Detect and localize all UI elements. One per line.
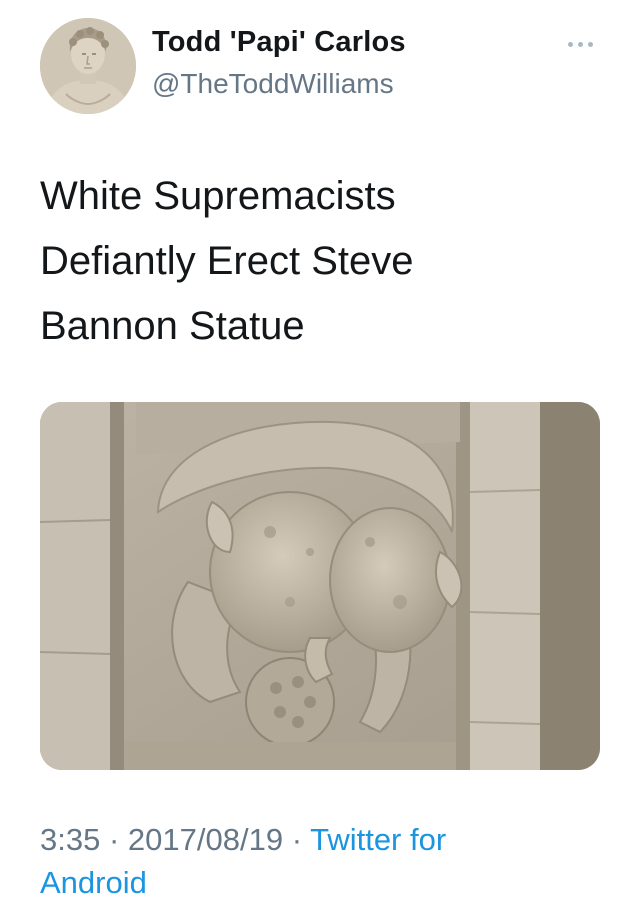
display-name[interactable]: Todd 'Papi' Carlos (152, 26, 406, 59)
tweet-text-line: Defiantly Erect Steve (40, 239, 414, 283)
tweet-photo[interactable] (40, 402, 600, 770)
tweet-time[interactable]: 3:35 (40, 822, 100, 857)
tweet-source-link-cont[interactable]: Android (40, 865, 147, 900)
tweet-meta: 3:35 · 2017/08/19 · Twitter for Android (40, 818, 600, 904)
statue-avatar-icon (40, 18, 136, 114)
tweet-card: Todd 'Papi' Carlos @TheToddWilliams Whit… (0, 0, 640, 910)
meta-separator: · (291, 822, 303, 857)
tweet-text-line: Bannon Statue (40, 304, 305, 348)
more-options-icon[interactable] (566, 38, 596, 50)
tweet-text-line: White Supremacists (40, 174, 396, 218)
avatar[interactable] (40, 18, 136, 114)
tweet-source-link[interactable]: Twitter for (310, 822, 446, 857)
tweet-date[interactable]: 2017/08/19 (128, 822, 283, 857)
stone-gargoyle-photo-icon (40, 402, 600, 770)
tweet-text: White Supremacists Defiantly Erect Steve… (40, 164, 560, 359)
meta-separator: · (108, 822, 120, 857)
user-handle[interactable]: @TheToddWilliams (152, 68, 394, 100)
